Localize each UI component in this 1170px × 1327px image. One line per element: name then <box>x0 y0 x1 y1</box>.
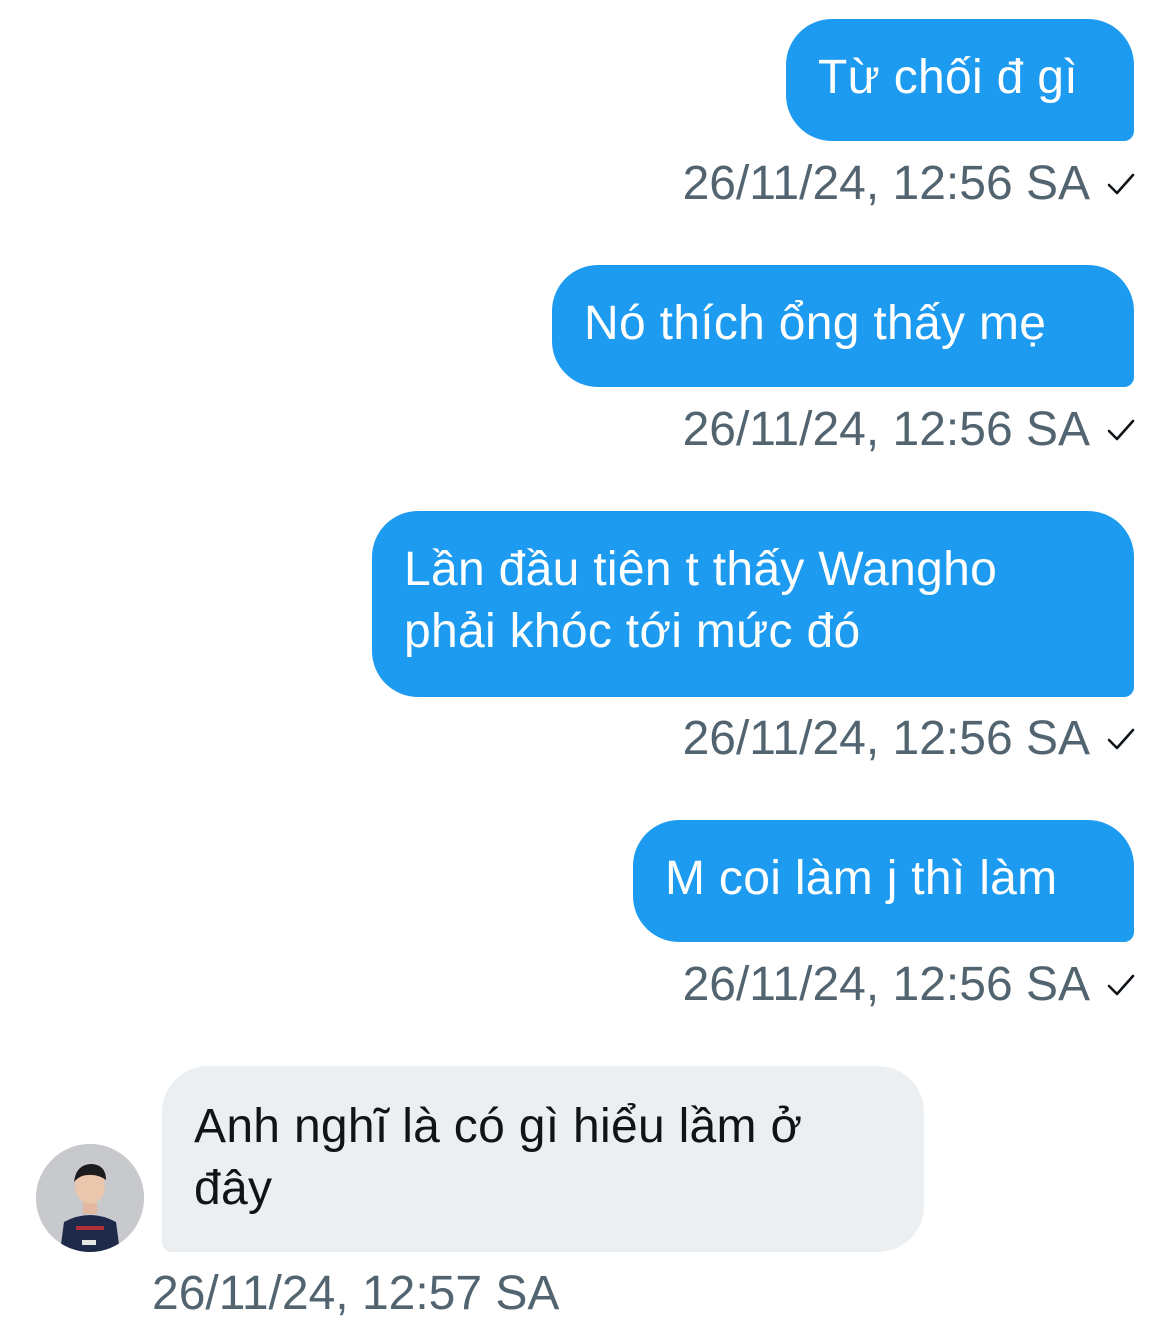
message-timestamp: 26/11/24, 12:56 SA <box>682 157 1090 210</box>
message-meta: 26/11/24, 12:57 SA <box>152 1266 559 1322</box>
check-icon <box>1107 974 1135 996</box>
message-bubble-outgoing[interactable]: M coi làm j thì làm <box>633 820 1134 942</box>
message-timestamp: 26/11/24, 12:56 SA <box>682 712 1090 765</box>
message-timestamp: 26/11/24, 12:56 SA <box>682 958 1090 1011</box>
check-icon <box>1107 419 1135 441</box>
message-meta: 26/11/24, 12:56 SA <box>436 957 1136 1013</box>
message-bubble-outgoing[interactable]: Nó thích ổng thấy mẹ <box>552 265 1134 387</box>
check-icon <box>1107 173 1135 195</box>
check-icon <box>1107 728 1135 750</box>
message-meta: 26/11/24, 12:56 SA <box>436 402 1136 458</box>
message-meta: 26/11/24, 12:56 SA <box>436 156 1136 212</box>
message-meta: 26/11/24, 12:56 SA <box>436 711 1136 767</box>
message-timestamp: 26/11/24, 12:56 SA <box>682 403 1090 456</box>
message-bubble-incoming[interactable]: Anh nghĩ là có gì hiểu lầm ở đây <box>162 1066 924 1252</box>
user-avatar[interactable] <box>36 1144 144 1252</box>
message-timestamp: 26/11/24, 12:57 SA <box>152 1267 560 1320</box>
message-bubble-outgoing[interactable]: Lần đầu tiên t thấy Wangho phải khóc tới… <box>372 511 1134 697</box>
avatar-image-icon <box>36 1144 144 1252</box>
message-bubble-outgoing[interactable]: Từ chối đ gì <box>786 19 1134 141</box>
